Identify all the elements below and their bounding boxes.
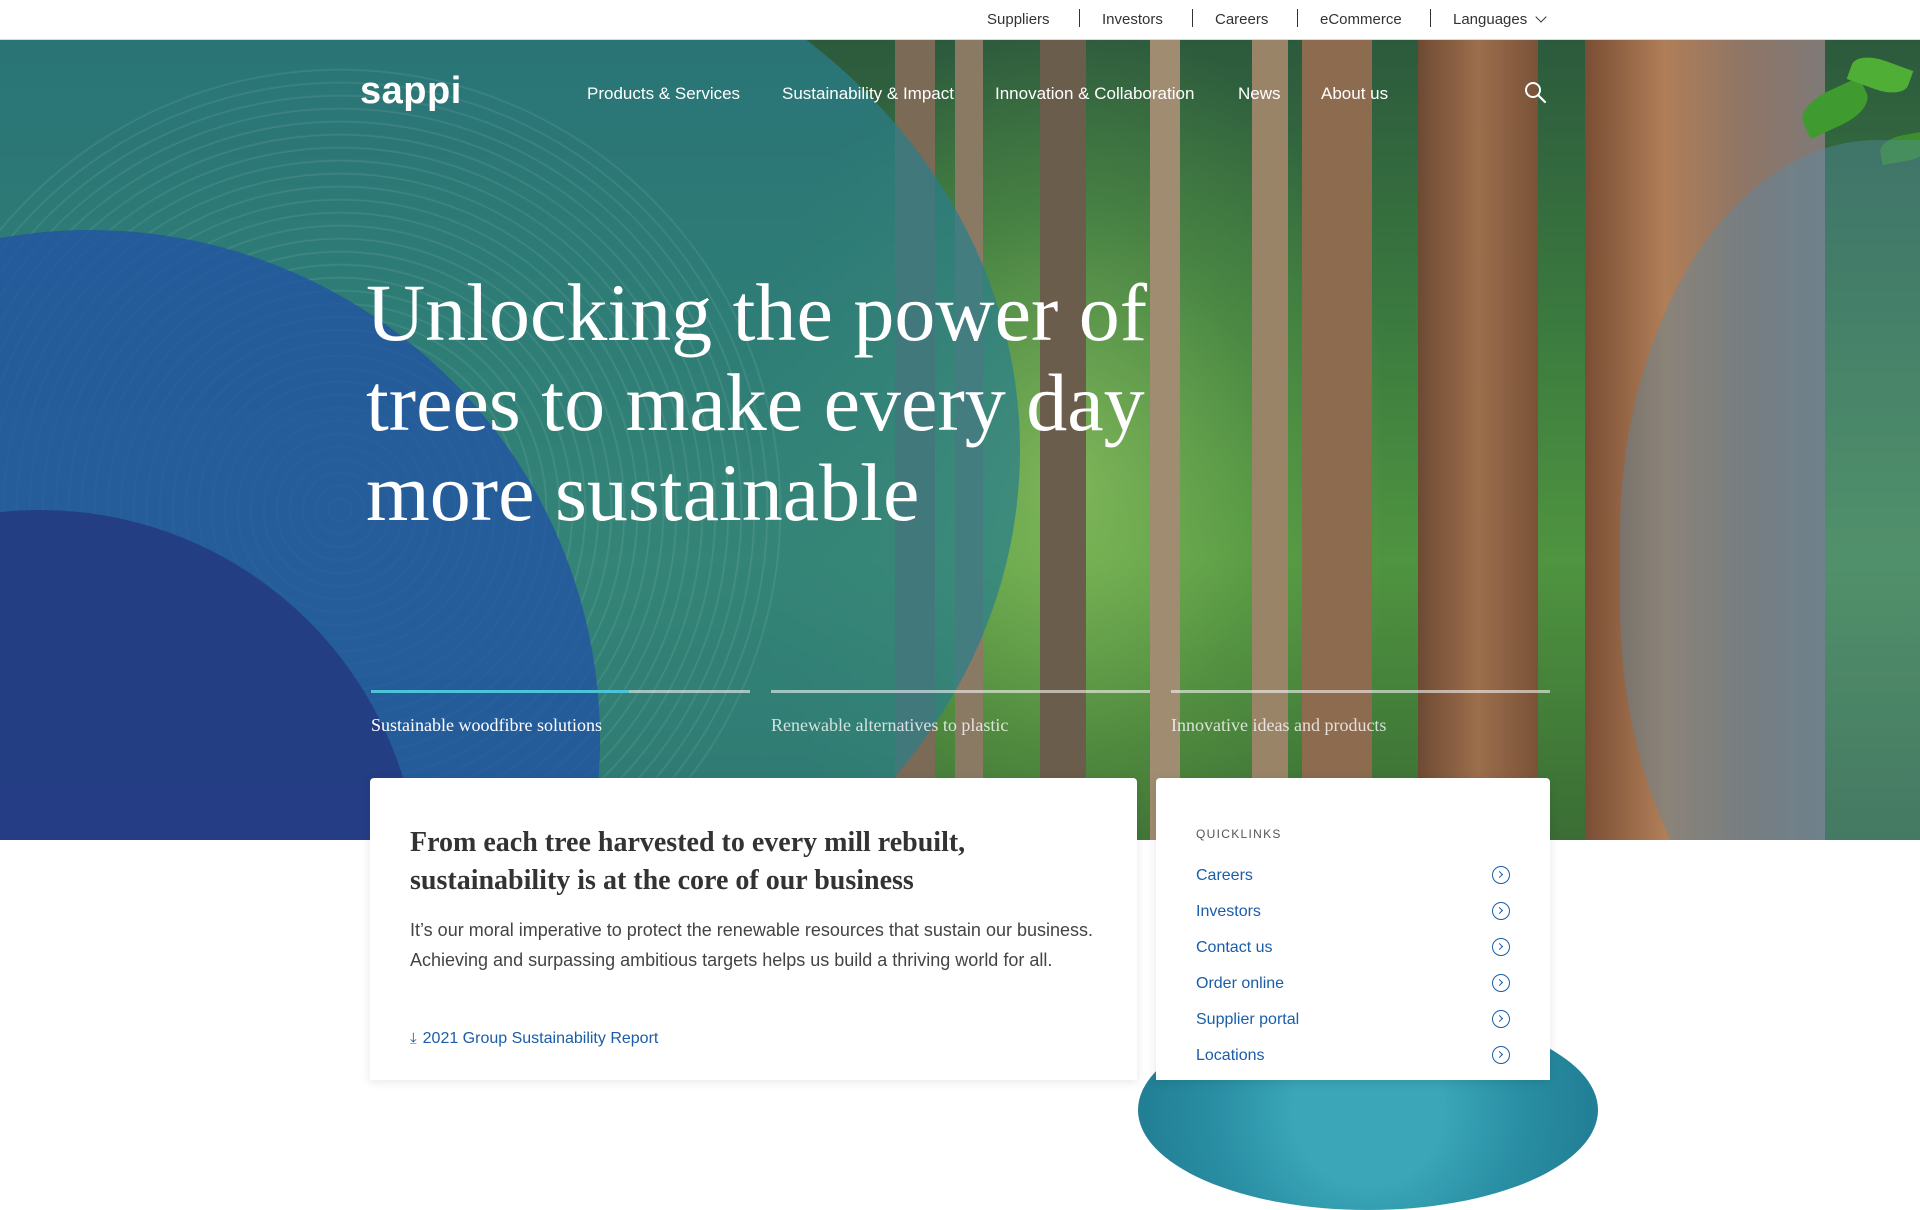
headline-line: Unlocking the power of — [366, 267, 1148, 358]
search-icon — [1525, 82, 1547, 104]
utility-link-suppliers[interactable]: Suppliers — [987, 11, 1050, 28]
quicklink-label: Locations — [1196, 1047, 1265, 1064]
quicklink-investors[interactable]: Investors — [1196, 899, 1510, 925]
nav-sustainability-impact[interactable]: Sustainability & Impact — [782, 84, 954, 104]
quicklink-label: Supplier portal — [1196, 1011, 1300, 1028]
card-heading: From each tree harvested to every mill r… — [410, 827, 966, 896]
quicklink-label: Order online — [1196, 975, 1285, 992]
quicklinks-title: QUICKLINKS — [1196, 827, 1282, 841]
hero-headline: Unlocking the power of trees to make eve… — [366, 268, 1166, 538]
nav-products-services[interactable]: Products & Services — [587, 84, 740, 104]
quicklink-careers[interactable]: Careers — [1196, 863, 1510, 889]
arrow-circle-icon — [1492, 866, 1510, 884]
quicklink-contact-us[interactable]: Contact us — [1196, 935, 1510, 961]
sustainability-report-link[interactable]: ⤓ 2021 Group Sustainability Report — [410, 1030, 658, 1048]
tab-sustainable-woodfibre[interactable]: Sustainable woodfibre solutions — [371, 715, 602, 736]
quicklink-label: Careers — [1196, 867, 1253, 884]
quicklink-order-online[interactable]: Order online — [1196, 971, 1510, 997]
quicklinks-card: QUICKLINKS Careers Investors Contact us … — [1156, 778, 1550, 1080]
quicklink-supplier-portal[interactable]: Supplier portal — [1196, 1007, 1510, 1033]
arrow-circle-icon — [1492, 974, 1510, 992]
tab-innovative-ideas[interactable]: Innovative ideas and products — [1171, 715, 1386, 736]
tab-progress-track[interactable] — [1171, 690, 1550, 693]
tab-progress-bar — [371, 690, 629, 693]
utility-link-ecommerce[interactable]: eCommerce — [1320, 11, 1402, 28]
tab-progress-track[interactable] — [771, 690, 1150, 693]
report-link-label: 2021 Group Sustainability Report — [422, 1030, 659, 1047]
arrow-circle-icon — [1492, 902, 1510, 920]
nav-news[interactable]: News — [1238, 84, 1281, 104]
utility-link-careers[interactable]: Careers — [1215, 11, 1268, 28]
languages-dropdown[interactable]: Languages — [1453, 11, 1547, 28]
chevron-down-icon — [1535, 11, 1547, 23]
sappi-logo[interactable]: sappi — [360, 70, 462, 113]
tab-progress-track[interactable] — [371, 690, 750, 693]
utility-link-investors[interactable]: Investors — [1102, 11, 1163, 28]
utility-bar: Suppliers Investors Careers eCommerce La… — [0, 0, 1920, 40]
utility-divider — [1192, 9, 1193, 27]
arrow-circle-icon — [1492, 1046, 1510, 1064]
quicklink-label: Contact us — [1196, 939, 1273, 956]
headline-line: trees to make every day — [366, 357, 1145, 448]
headline-line: more sustainable — [366, 447, 920, 538]
quicklink-locations[interactable]: Locations — [1196, 1043, 1510, 1069]
tab-renewable-alternatives[interactable]: Renewable alternatives to plastic — [771, 715, 1008, 736]
languages-label: Languages — [1453, 11, 1528, 28]
nav-innovation-collaboration[interactable]: Innovation & Collaboration — [995, 84, 1194, 104]
search-button[interactable] — [1523, 80, 1547, 104]
arrow-circle-icon — [1492, 938, 1510, 956]
utility-divider — [1079, 9, 1080, 27]
nav-about-us[interactable]: About us — [1321, 84, 1388, 104]
intro-card: From each tree harvested to every mill r… — [370, 778, 1137, 1080]
card-body-text: It’s our moral imperative to protect the… — [410, 920, 1094, 970]
quicklink-label: Investors — [1196, 903, 1261, 920]
arrow-circle-icon — [1492, 1010, 1510, 1028]
download-icon: ⤓ — [410, 1030, 417, 1047]
utility-divider — [1430, 9, 1431, 27]
utility-divider — [1297, 9, 1298, 27]
